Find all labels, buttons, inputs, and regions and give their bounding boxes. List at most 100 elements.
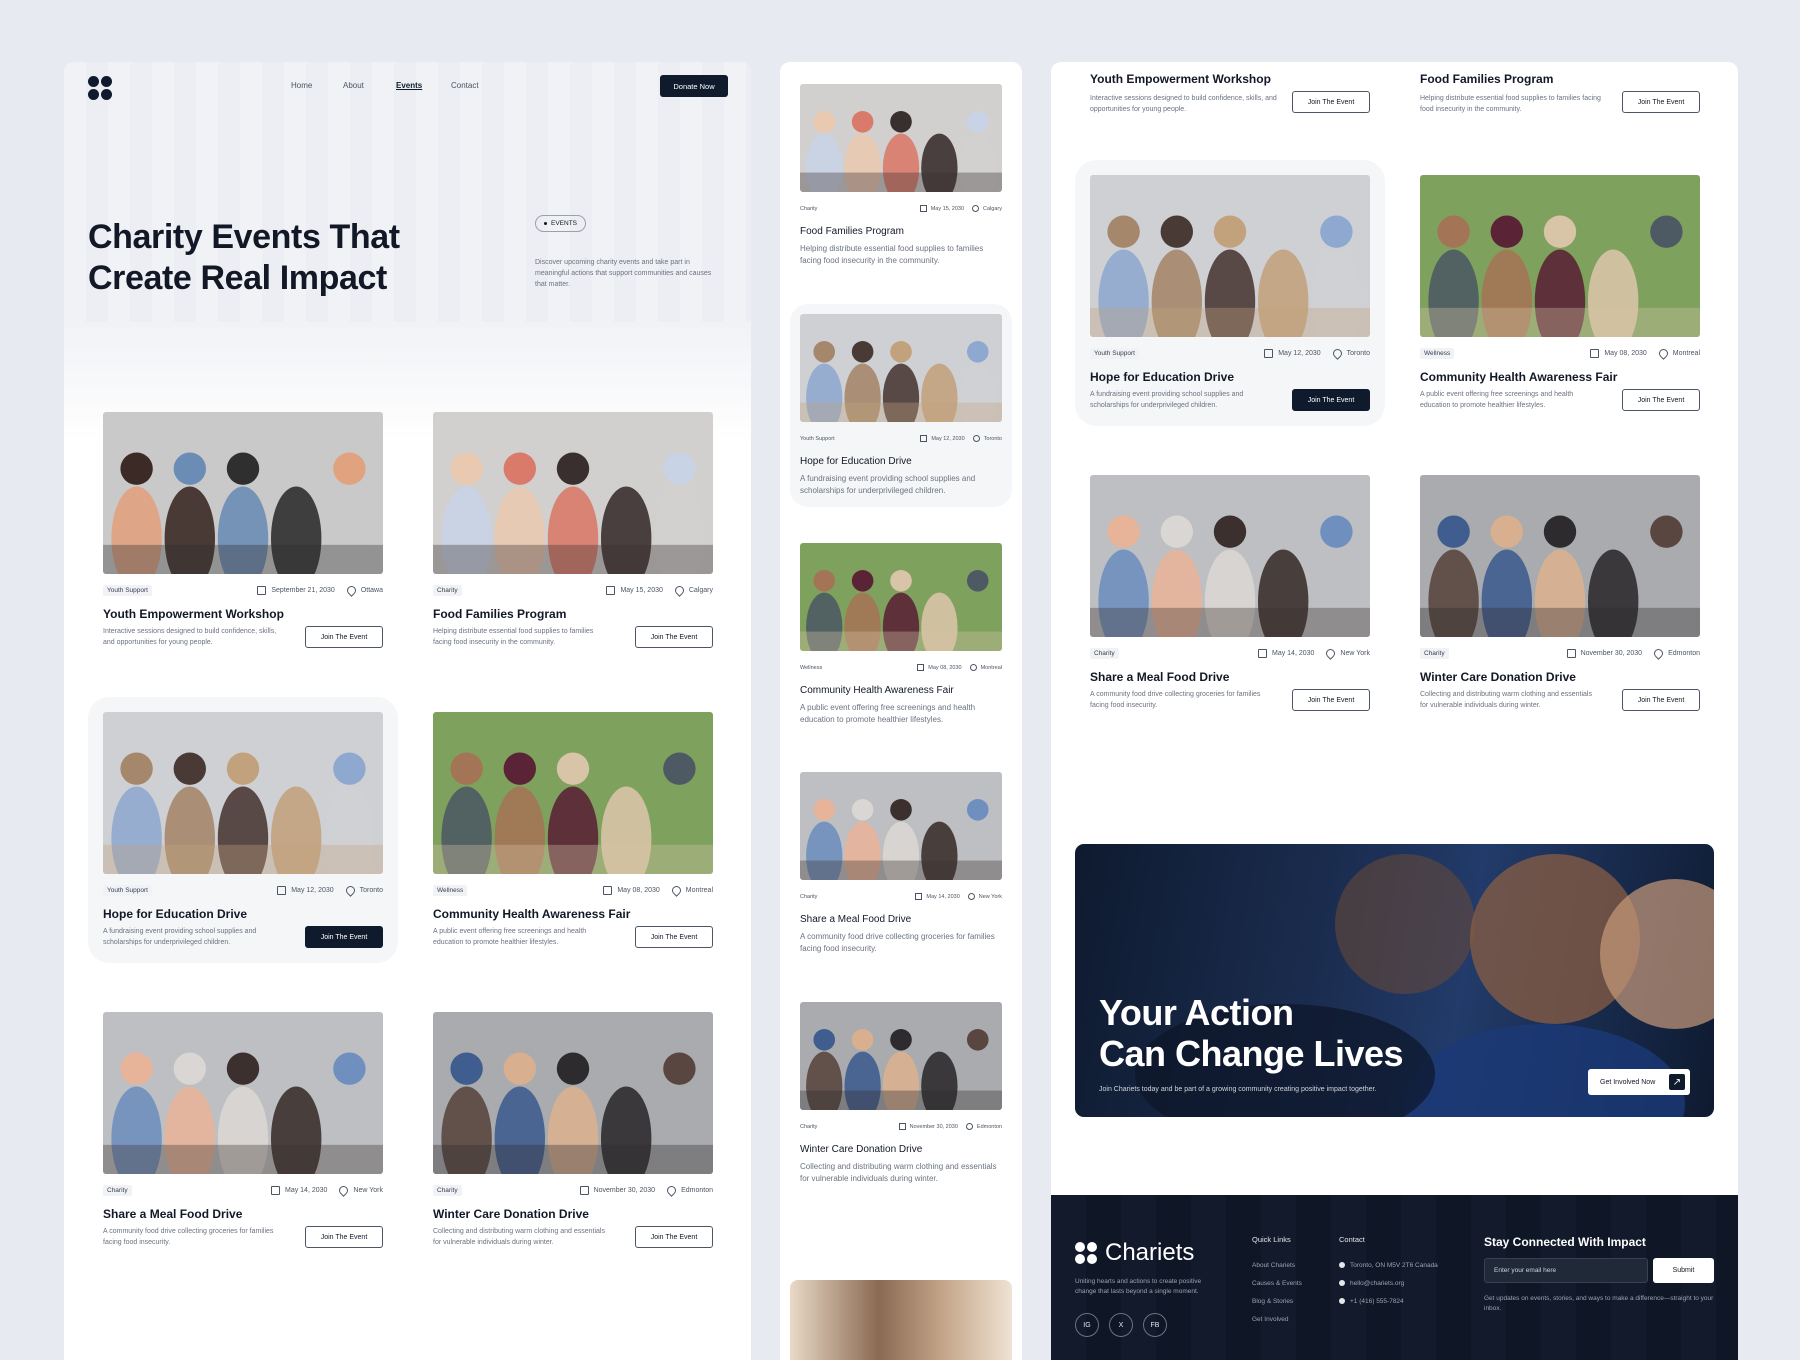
event-meta: Youth Support September 21, 2030 Ottawa bbox=[103, 583, 383, 597]
contact-email[interactable]: hello@chariets.org bbox=[1339, 1280, 1404, 1287]
event-image[interactable] bbox=[103, 1012, 383, 1174]
event-image[interactable] bbox=[800, 543, 1002, 651]
event-photo bbox=[1420, 175, 1700, 337]
contact-phone[interactable]: +1 (416) 555-7824 bbox=[1339, 1298, 1404, 1305]
get-involved-button[interactable]: Get Involved Now ↗ bbox=[1588, 1069, 1690, 1095]
event-tag: Youth Support bbox=[103, 884, 152, 896]
join-event-button[interactable]: Join The Event bbox=[635, 1226, 713, 1248]
newsletter-title: Stay Connected With Impact bbox=[1484, 1235, 1646, 1249]
join-event-button[interactable]: Join The Event bbox=[1622, 389, 1700, 411]
event-image[interactable] bbox=[1420, 175, 1700, 337]
join-event-button[interactable]: Join The Event bbox=[1622, 91, 1700, 113]
calendar-icon bbox=[1590, 348, 1600, 358]
nav-contact[interactable]: Contact bbox=[451, 81, 479, 90]
join-event-button[interactable]: Join The Event bbox=[1292, 91, 1370, 113]
footer-tagline: Uniting hearts and actions to create pos… bbox=[1075, 1278, 1202, 1295]
event-image[interactable] bbox=[1420, 475, 1700, 637]
event-image[interactable] bbox=[103, 712, 383, 874]
event-tag: Charity bbox=[433, 584, 462, 596]
event-location: New York bbox=[978, 893, 1002, 900]
join-event-button[interactable]: Join The Event bbox=[635, 626, 713, 648]
event-image[interactable] bbox=[1090, 475, 1370, 637]
event-desc: A fundraising event providing school sup… bbox=[1090, 391, 1244, 409]
nav-about[interactable]: About bbox=[343, 81, 364, 90]
page-title: Charity Events That Create Real Impact bbox=[88, 218, 400, 297]
newsletter-email-input[interactable] bbox=[1484, 1258, 1648, 1283]
nav-home[interactable]: Home bbox=[291, 81, 312, 90]
location-pin-icon bbox=[1652, 646, 1665, 660]
event-location: New York bbox=[1340, 649, 1370, 657]
event-card: Charity November 30, 2030 Edmonton Winter … bbox=[1420, 475, 1700, 711]
event-date: May 08, 2030 bbox=[1604, 349, 1647, 357]
calendar-icon bbox=[920, 435, 928, 442]
location-pin-icon bbox=[972, 205, 980, 212]
event-date: September 21, 2030 bbox=[271, 586, 335, 594]
join-event-button[interactable]: Join The Event bbox=[1292, 389, 1370, 411]
event-photo bbox=[1090, 175, 1370, 337]
donate-now-button[interactable]: Donate Now bbox=[660, 75, 728, 97]
event-tag: Youth Support bbox=[103, 584, 152, 596]
join-event-button[interactable]: Join The Event bbox=[305, 926, 383, 948]
calendar-icon bbox=[257, 585, 267, 595]
event-tag: Charity bbox=[800, 205, 818, 212]
event-title: Community Health Awareness Fair bbox=[1420, 370, 1618, 384]
join-event-button[interactable]: Join The Event bbox=[1622, 689, 1700, 711]
event-image[interactable] bbox=[800, 314, 1002, 422]
event-card: Charity November 30, 2030 Edmonton Winter … bbox=[800, 1002, 1002, 1185]
calendar-icon bbox=[603, 885, 613, 895]
join-event-button[interactable]: Join The Event bbox=[305, 626, 383, 648]
event-image[interactable] bbox=[800, 772, 1002, 880]
event-location: Toronto bbox=[1346, 349, 1370, 357]
event-date: May 14, 2030 bbox=[285, 1186, 328, 1194]
submit-button[interactable]: Submit bbox=[1653, 1258, 1714, 1283]
newsletter-note: Get updates on events, stories, and ways… bbox=[1484, 1295, 1714, 1312]
event-date: November 30, 2030 bbox=[593, 1186, 656, 1194]
event-meta: Charity November 30, 2030 Edmonton bbox=[1420, 646, 1700, 660]
event-title: Hope for Education Drive bbox=[1090, 370, 1235, 384]
event-meta: Charity May 14, 2030 New York bbox=[1090, 646, 1370, 660]
calendar-icon bbox=[277, 885, 287, 895]
event-meta: Charity May 14, 2030 New York bbox=[103, 1183, 383, 1197]
join-event-button[interactable]: Join The Event bbox=[305, 1226, 383, 1248]
event-image[interactable] bbox=[103, 412, 383, 574]
event-title: Hope for Education Drive bbox=[800, 456, 912, 467]
join-event-button[interactable]: Join The Event bbox=[635, 926, 713, 948]
x-link[interactable]: X bbox=[1109, 1313, 1133, 1337]
calendar-icon bbox=[1264, 348, 1274, 358]
quick-links-heading: Quick Links bbox=[1252, 1235, 1291, 1244]
event-image[interactable] bbox=[800, 84, 1002, 192]
location-pin-icon bbox=[343, 883, 357, 897]
event-card: Charity May 15, 2030 Calgary Food Families… bbox=[800, 84, 1002, 267]
event-image[interactable] bbox=[1090, 175, 1370, 337]
event-location: Edmonton bbox=[976, 1123, 1002, 1130]
event-date: May 08, 2030 bbox=[928, 664, 962, 671]
event-tag: Charity bbox=[800, 893, 818, 900]
event-title: Hope for Education Drive bbox=[103, 907, 248, 921]
footer-brand[interactable]: Chariets bbox=[1075, 1239, 1194, 1267]
event-tag: Wellness bbox=[433, 884, 468, 896]
event-meta: Charity May 14, 2030 New York bbox=[800, 893, 1002, 900]
event-desc: A fundraising event providing school sup… bbox=[103, 928, 257, 946]
nav-events[interactable]: Events bbox=[396, 81, 422, 90]
event-image[interactable] bbox=[433, 712, 713, 874]
mail-icon bbox=[1339, 1280, 1345, 1287]
footer-link[interactable]: Causes & Events bbox=[1252, 1280, 1302, 1287]
event-desc: A public event offering free screenings … bbox=[433, 928, 587, 946]
footer-link[interactable]: About Chariets bbox=[1252, 1262, 1295, 1269]
location-pin-icon bbox=[1656, 346, 1670, 360]
event-image[interactable] bbox=[433, 412, 713, 574]
footer-link[interactable]: Blog & Stories bbox=[1252, 1298, 1293, 1305]
footer-link[interactable]: Get Involved bbox=[1252, 1316, 1289, 1323]
calendar-icon bbox=[919, 205, 927, 212]
event-image[interactable] bbox=[800, 1002, 1002, 1110]
event-image[interactable] bbox=[433, 1012, 713, 1174]
facebook-link[interactable]: FB bbox=[1143, 1313, 1167, 1337]
event-location: New York bbox=[353, 1186, 383, 1194]
desktop-events-page: Home About Events Contact Donate Now Cha… bbox=[64, 62, 751, 1360]
join-event-button[interactable]: Join The Event bbox=[1292, 689, 1370, 711]
event-date: November 30, 2030 bbox=[909, 1123, 958, 1130]
instagram-link[interactable]: IG bbox=[1075, 1313, 1099, 1337]
event-date: May 15, 2030 bbox=[620, 586, 663, 594]
event-desc: Interactive sessions designed to build c… bbox=[103, 628, 277, 646]
clover-logo-icon[interactable] bbox=[88, 76, 112, 100]
